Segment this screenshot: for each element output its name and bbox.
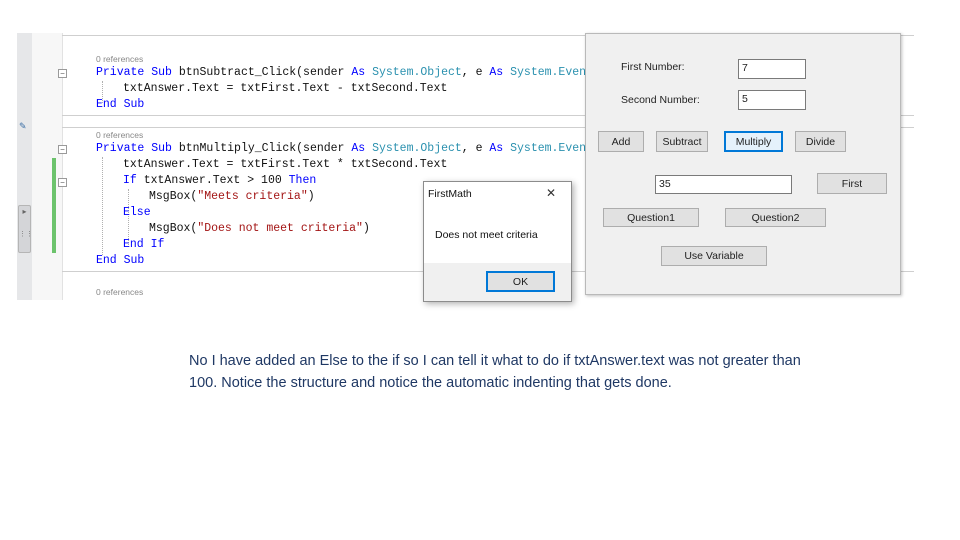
code-line: Private Sub btnSubtract_Click(sender As … xyxy=(96,66,600,79)
code-line: Else xyxy=(123,206,151,219)
second-number-label: Second Number: xyxy=(621,94,700,106)
change-marker xyxy=(52,158,56,253)
divide-button[interactable]: Divide xyxy=(795,131,846,152)
grip-icon: ⋮⋮ xyxy=(19,231,33,238)
code-lens-references[interactable]: 0 references xyxy=(96,54,143,64)
code-lens-references[interactable]: 0 references xyxy=(96,287,143,297)
code-line: txtAnswer.Text = txtFirst.Text * txtSeco… xyxy=(123,158,448,171)
first-math-form: First Number: 7 Second Number: 5 Add Sub… xyxy=(585,33,901,295)
multiply-button[interactable]: Multiply xyxy=(724,131,783,152)
code-line: MsgBox("Does not meet criteria") xyxy=(149,222,370,235)
indent-guide xyxy=(102,157,103,255)
message-text: Does not meet criteria xyxy=(435,229,538,241)
slide-caption: No I have added an Else to the if so I c… xyxy=(189,353,801,391)
code-line: End If xyxy=(123,238,165,251)
fold-toggle[interactable]: − xyxy=(58,178,67,187)
code-lens-references[interactable]: 0 references xyxy=(96,130,143,140)
code-line: txtAnswer.Text = txtFirst.Text - txtSeco… xyxy=(123,82,448,95)
first-number-textbox[interactable]: 7 xyxy=(738,59,806,79)
message-box: FirstMath ✕ Does not meet criteria OK xyxy=(423,181,572,302)
message-box-title: FirstMath xyxy=(428,188,472,200)
chevron-right-icon: ▸ xyxy=(22,207,27,216)
question2-button[interactable]: Question2 xyxy=(725,208,826,227)
brush-icon: ✎ xyxy=(19,121,27,131)
close-icon[interactable]: ✕ xyxy=(546,186,556,200)
add-button[interactable]: Add xyxy=(598,131,644,152)
fold-toggle[interactable]: − xyxy=(58,69,67,78)
first-button[interactable]: First xyxy=(817,173,887,194)
code-line: End Sub xyxy=(96,98,145,111)
code-line: End Sub xyxy=(96,254,145,267)
message-box-footer: OK xyxy=(424,263,571,301)
question1-button[interactable]: Question1 xyxy=(603,208,699,227)
editor-side-strip: ✎ ▸ ⋮⋮ xyxy=(17,33,33,300)
code-line: MsgBox("Meets criteria") xyxy=(149,190,315,203)
ok-button[interactable]: OK xyxy=(486,271,555,292)
answer-textbox[interactable]: 35 xyxy=(655,175,792,194)
subtract-button[interactable]: Subtract xyxy=(656,131,708,152)
fold-toggle[interactable]: − xyxy=(58,145,67,154)
code-line: If txtAnswer.Text > 100 Then xyxy=(123,174,317,187)
code-line: Private Sub btnMultiply_Click(sender As … xyxy=(96,142,600,155)
use-variable-button[interactable]: Use Variable xyxy=(661,246,767,266)
first-number-label: First Number: xyxy=(621,61,685,73)
second-number-textbox[interactable]: 5 xyxy=(738,90,806,110)
collapse-handle[interactable]: ▸ ⋮⋮ xyxy=(18,205,33,253)
